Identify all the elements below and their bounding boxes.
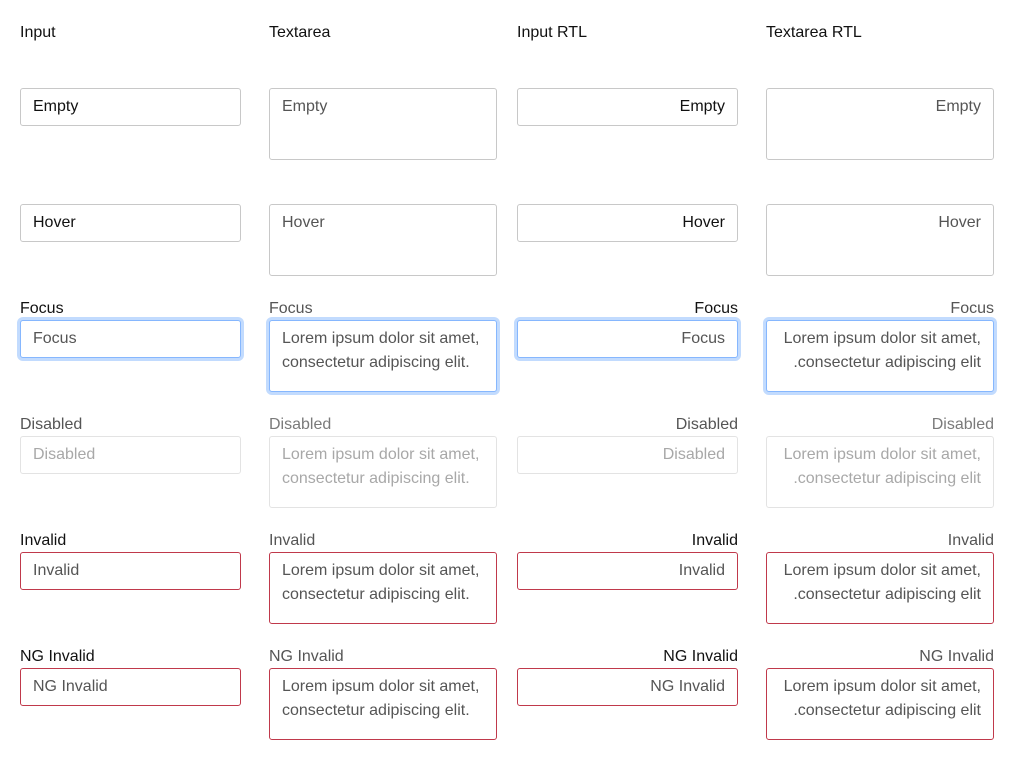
label-ng-invalid-textarea: NG Invalid <box>269 648 344 665</box>
input-rtl-focus[interactable]: Focus <box>517 320 738 358</box>
column-header-input: Input <box>20 24 56 41</box>
textarea-disabled: Lorem ipsum dolor sit amet, consectetur … <box>269 436 497 508</box>
input-invalid[interactable]: Invalid <box>20 552 241 590</box>
textarea-rtl-invalid[interactable]: Lorem ipsum dolor sit amet, consectetur … <box>766 552 994 624</box>
textarea-ng-invalid[interactable]: Lorem ipsum dolor sit amet, consectetur … <box>269 668 497 740</box>
label-invalid: Invalid <box>20 532 67 549</box>
input-rtl-ng-invalid[interactable]: NG Invalid <box>517 668 738 706</box>
textarea-rtl-focus[interactable]: Lorem ipsum dolor sit amet, consectetur … <box>766 320 994 392</box>
input-rtl-hover[interactable]: Hover <box>517 204 738 242</box>
label-focus: Focus <box>20 300 64 317</box>
label-invalid-input-rtl: Invalid <box>691 532 738 549</box>
form-controls-grid: Input Empty Hover Focus Focus Disabled D… <box>0 0 1024 768</box>
input-focus[interactable]: Focus <box>20 320 241 358</box>
label-focus-textarea: Focus <box>269 300 313 317</box>
label-disabled: Disabled <box>20 416 83 433</box>
label-ng-invalid-textarea-rtl: NG Invalid <box>919 648 994 665</box>
textarea-rtl-empty[interactable]: Empty <box>766 88 994 160</box>
column-header-input-rtl: Input RTL <box>517 24 587 41</box>
label-focus-textarea-rtl: Focus <box>950 300 994 317</box>
label-focus-input-rtl: Focus <box>694 300 738 317</box>
textarea-empty[interactable]: Empty <box>269 88 497 160</box>
textarea-rtl-hover[interactable]: Hover <box>766 204 994 276</box>
label-ng-invalid: NG Invalid <box>20 648 95 665</box>
input-disabled: Disabled <box>20 436 241 474</box>
input-rtl-invalid[interactable]: Invalid <box>517 552 738 590</box>
column-header-textarea-rtl: Textarea RTL <box>766 24 862 41</box>
input-ng-invalid[interactable]: NG Invalid <box>20 668 241 706</box>
input-empty[interactable]: Empty <box>20 88 241 126</box>
textarea-invalid[interactable]: Lorem ipsum dolor sit amet, consectetur … <box>269 552 497 624</box>
textarea-rtl-ng-invalid[interactable]: Lorem ipsum dolor sit amet, consectetur … <box>766 668 994 740</box>
input-rtl-empty[interactable]: Empty <box>517 88 738 126</box>
label-invalid-textarea: Invalid <box>269 532 316 549</box>
input-rtl-disabled: Disabled <box>517 436 738 474</box>
label-disabled-textarea-rtl: Disabled <box>931 416 994 433</box>
column-header-textarea: Textarea <box>269 24 331 41</box>
textarea-hover[interactable]: Hover <box>269 204 497 276</box>
label-disabled-textarea: Disabled <box>269 416 332 433</box>
textarea-rtl-disabled: Lorem ipsum dolor sit amet, consectetur … <box>766 436 994 508</box>
label-disabled-input-rtl: Disabled <box>675 416 738 433</box>
textarea-focus[interactable]: Lorem ipsum dolor sit amet, consectetur … <box>269 320 497 392</box>
input-hover[interactable]: Hover <box>20 204 241 242</box>
label-ng-invalid-input-rtl: NG Invalid <box>663 648 738 665</box>
label-invalid-textarea-rtl: Invalid <box>947 532 994 549</box>
